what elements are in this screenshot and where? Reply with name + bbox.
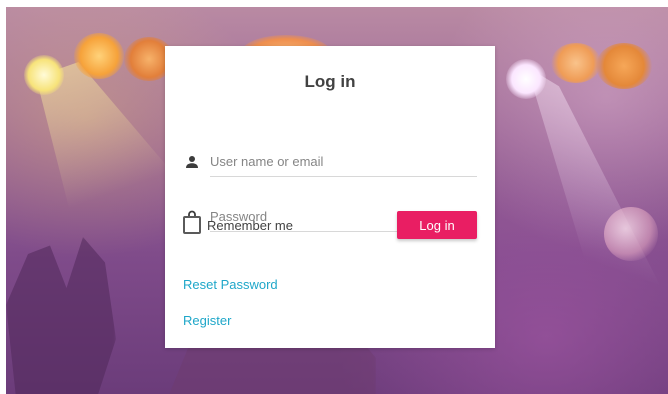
user-icon [185, 155, 199, 169]
stage-light [506, 59, 546, 99]
remember-label: Remember me [207, 217, 293, 233]
register-link[interactable]: Register [183, 313, 231, 328]
crowd-hand-silhouette [6, 237, 116, 394]
remember-checkbox[interactable] [183, 216, 201, 234]
stage-light [604, 207, 658, 261]
username-field [185, 147, 477, 177]
stage-light [74, 33, 124, 79]
reset-password-link[interactable]: Reset Password [183, 277, 278, 292]
username-input[interactable] [210, 147, 477, 177]
stage-light [24, 55, 64, 95]
stage-light-beam [527, 67, 668, 307]
remember-me[interactable]: Remember me [183, 215, 293, 235]
login-title: Log in [304, 72, 356, 91]
stage-light [596, 43, 652, 89]
login-card: Log in Remember me Log in Reset Password… [165, 46, 495, 348]
login-button[interactable]: Log in [397, 211, 477, 239]
stage-light [551, 43, 601, 83]
